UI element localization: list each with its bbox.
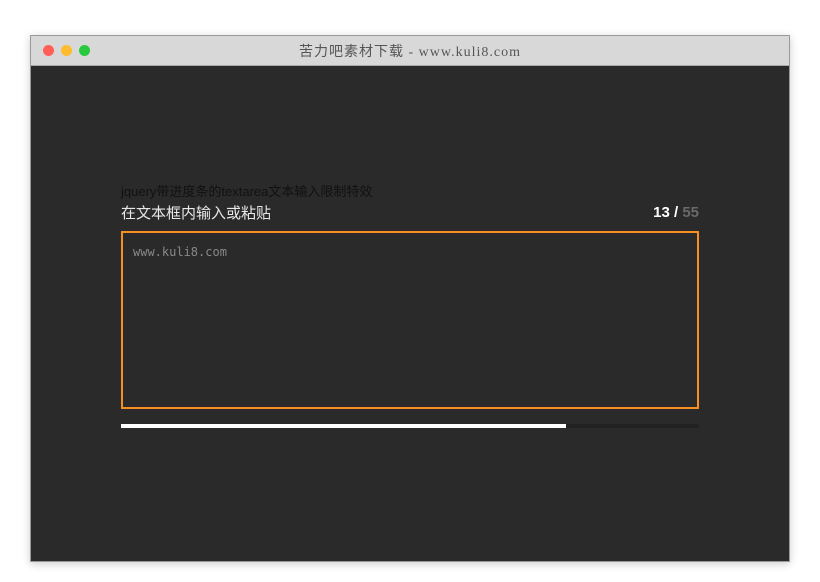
counter-max: 55 xyxy=(682,204,699,221)
text-input[interactable] xyxy=(121,231,699,409)
browser-window: 苦力吧素材下载 - www.kuli8.com jquery带进度条的texta… xyxy=(30,35,790,562)
page-description: jquery带进度条的textarea文本输入限制特效 xyxy=(121,181,699,200)
input-header: 在文本框内输入或粘贴 13 / 55 xyxy=(121,202,699,223)
minimize-icon[interactable] xyxy=(61,45,72,56)
input-label: 在文本框内输入或粘贴 xyxy=(121,202,271,223)
progress-bar xyxy=(121,424,566,428)
window-title: 苦力吧素材下载 - www.kuli8.com xyxy=(31,41,789,61)
maximize-icon[interactable] xyxy=(79,45,90,56)
titlebar: 苦力吧素材下载 - www.kuli8.com xyxy=(31,36,789,66)
close-icon[interactable] xyxy=(43,45,54,56)
char-counter: 13 / 55 xyxy=(653,204,699,221)
progress-track xyxy=(121,424,699,428)
content-area: jquery带进度条的textarea文本输入限制特效 在文本框内输入或粘贴 1… xyxy=(31,66,789,561)
counter-current: 13 xyxy=(653,204,670,221)
counter-separator: / xyxy=(670,204,683,221)
window-controls xyxy=(43,45,90,56)
